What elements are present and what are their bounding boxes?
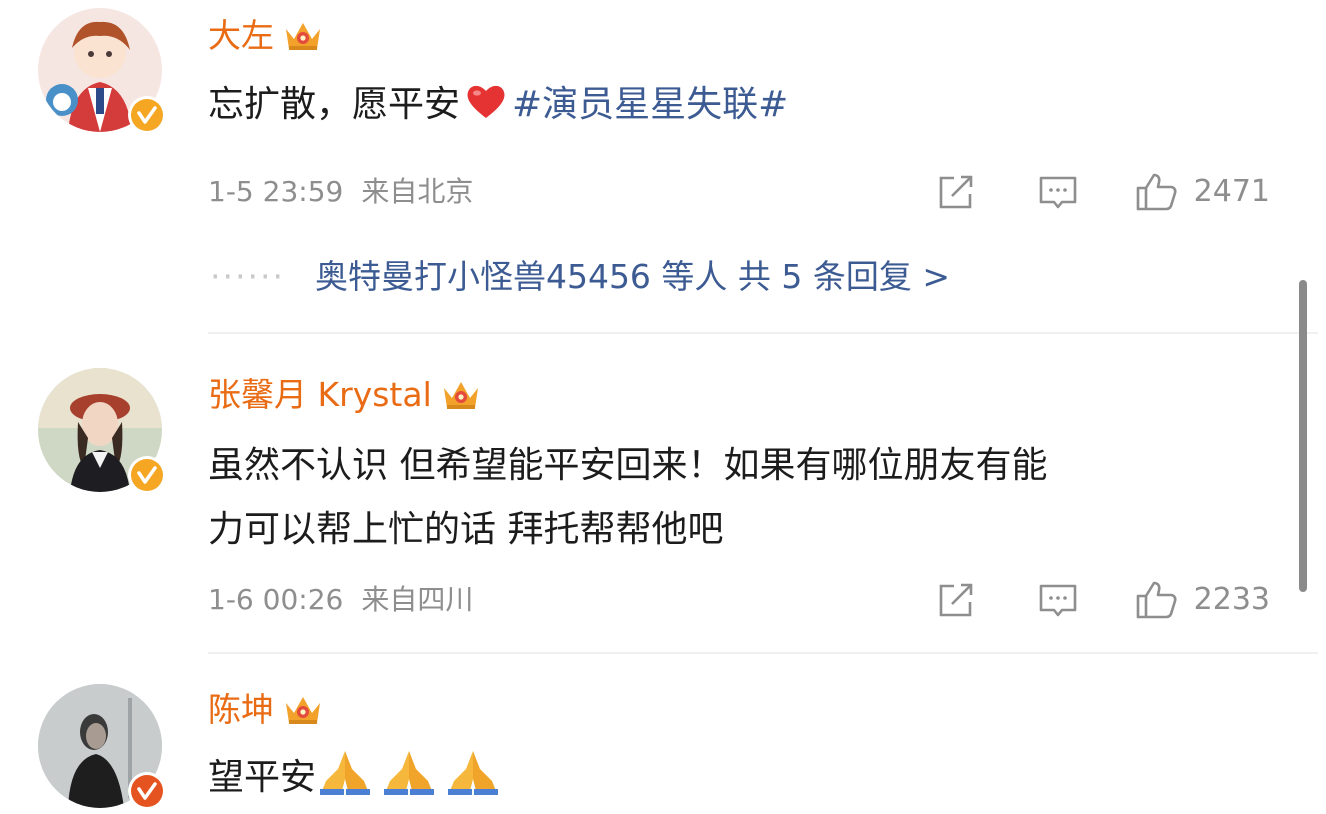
hashtag-link[interactable]: #演员星星失联# bbox=[512, 84, 788, 125]
divider bbox=[208, 652, 1318, 654]
username[interactable]: 张馨月 Krystal bbox=[208, 375, 482, 415]
replies-link[interactable]: ······ 奥特曼打小怪兽45456 等人 共 5 条回复 > bbox=[210, 255, 950, 299]
verified-badge-icon bbox=[128, 772, 166, 810]
scrollbar[interactable] bbox=[1299, 280, 1307, 592]
thumbs-up-icon bbox=[1134, 578, 1178, 622]
crown-icon bbox=[282, 17, 324, 53]
avatar[interactable] bbox=[38, 8, 166, 134]
folded-hands-emoji-icon bbox=[380, 747, 438, 795]
timestamp: 1-6 00:26 bbox=[208, 583, 344, 616]
folded-hands-emoji-icon bbox=[316, 747, 374, 795]
comment-item: 张馨月 Krystal 虽然不认识 但希望能平安回来！如果有哪位朋友有能 力可以… bbox=[0, 340, 1300, 650]
divider bbox=[208, 332, 1318, 334]
comment-text-line: 虽然不认识 但希望能平安回来！如果有哪位朋友有能 bbox=[208, 445, 1048, 486]
thumbs-up-icon bbox=[1134, 170, 1178, 214]
verified-badge-icon bbox=[128, 456, 166, 494]
heart-emoji-icon bbox=[464, 82, 508, 120]
crown-icon bbox=[282, 691, 324, 727]
comment-text: 忘扩散，愿平安 #演员星星失联# bbox=[208, 82, 789, 125]
share-icon[interactable] bbox=[934, 170, 978, 214]
folded-hands-emoji-icon bbox=[444, 747, 502, 795]
comment-feed: 大左 忘扩散，愿平安 #演员星星失联# 1-5 23:59 来自北京 2471 ··… bbox=[0, 0, 1326, 814]
comment-meta: 1-5 23:59 来自北京 bbox=[208, 172, 473, 212]
comment-meta: 1-6 00:26 来自四川 bbox=[208, 580, 473, 620]
avatar[interactable] bbox=[38, 684, 166, 810]
comment-item: 陈坤 望平安 bbox=[0, 660, 1300, 814]
verified-badge-icon bbox=[128, 96, 166, 134]
comment-item: 大左 忘扩散，愿平安 #演员星星失联# 1-5 23:59 来自北京 2471 ··… bbox=[0, 0, 1300, 330]
share-icon[interactable] bbox=[934, 578, 978, 622]
comment-text-line: 力可以帮上忙的话 拜托帮帮他吧 bbox=[208, 509, 724, 550]
action-bar: 2233 bbox=[934, 575, 1270, 625]
timestamp: 1-5 23:59 bbox=[208, 175, 344, 208]
replies-dots: ······ bbox=[210, 257, 285, 296]
comment-icon[interactable] bbox=[1036, 170, 1080, 214]
username[interactable]: 陈坤 bbox=[208, 690, 324, 730]
replies-label[interactable]: 奥特曼打小怪兽45456 等人 共 5 条回复 > bbox=[315, 257, 950, 296]
like-count: 2471 bbox=[1193, 174, 1270, 209]
comment-icon[interactable] bbox=[1036, 578, 1080, 622]
action-bar: 2471 bbox=[934, 167, 1270, 217]
like-count: 2233 bbox=[1193, 582, 1270, 617]
comment-text: 虽然不认识 但希望能平安回来！如果有哪位朋友有能 力可以帮上忙的话 拜托帮帮他吧 bbox=[208, 434, 1047, 562]
like-button[interactable]: 2233 bbox=[1134, 578, 1270, 622]
like-button[interactable]: 2471 bbox=[1134, 170, 1270, 214]
avatar[interactable] bbox=[38, 368, 166, 494]
comment-text: 望平安 bbox=[208, 746, 508, 810]
location-source: 来自北京 bbox=[361, 175, 474, 208]
crown-icon bbox=[440, 376, 482, 412]
location-source: 来自四川 bbox=[361, 583, 474, 616]
username[interactable]: 大左 bbox=[208, 16, 324, 56]
